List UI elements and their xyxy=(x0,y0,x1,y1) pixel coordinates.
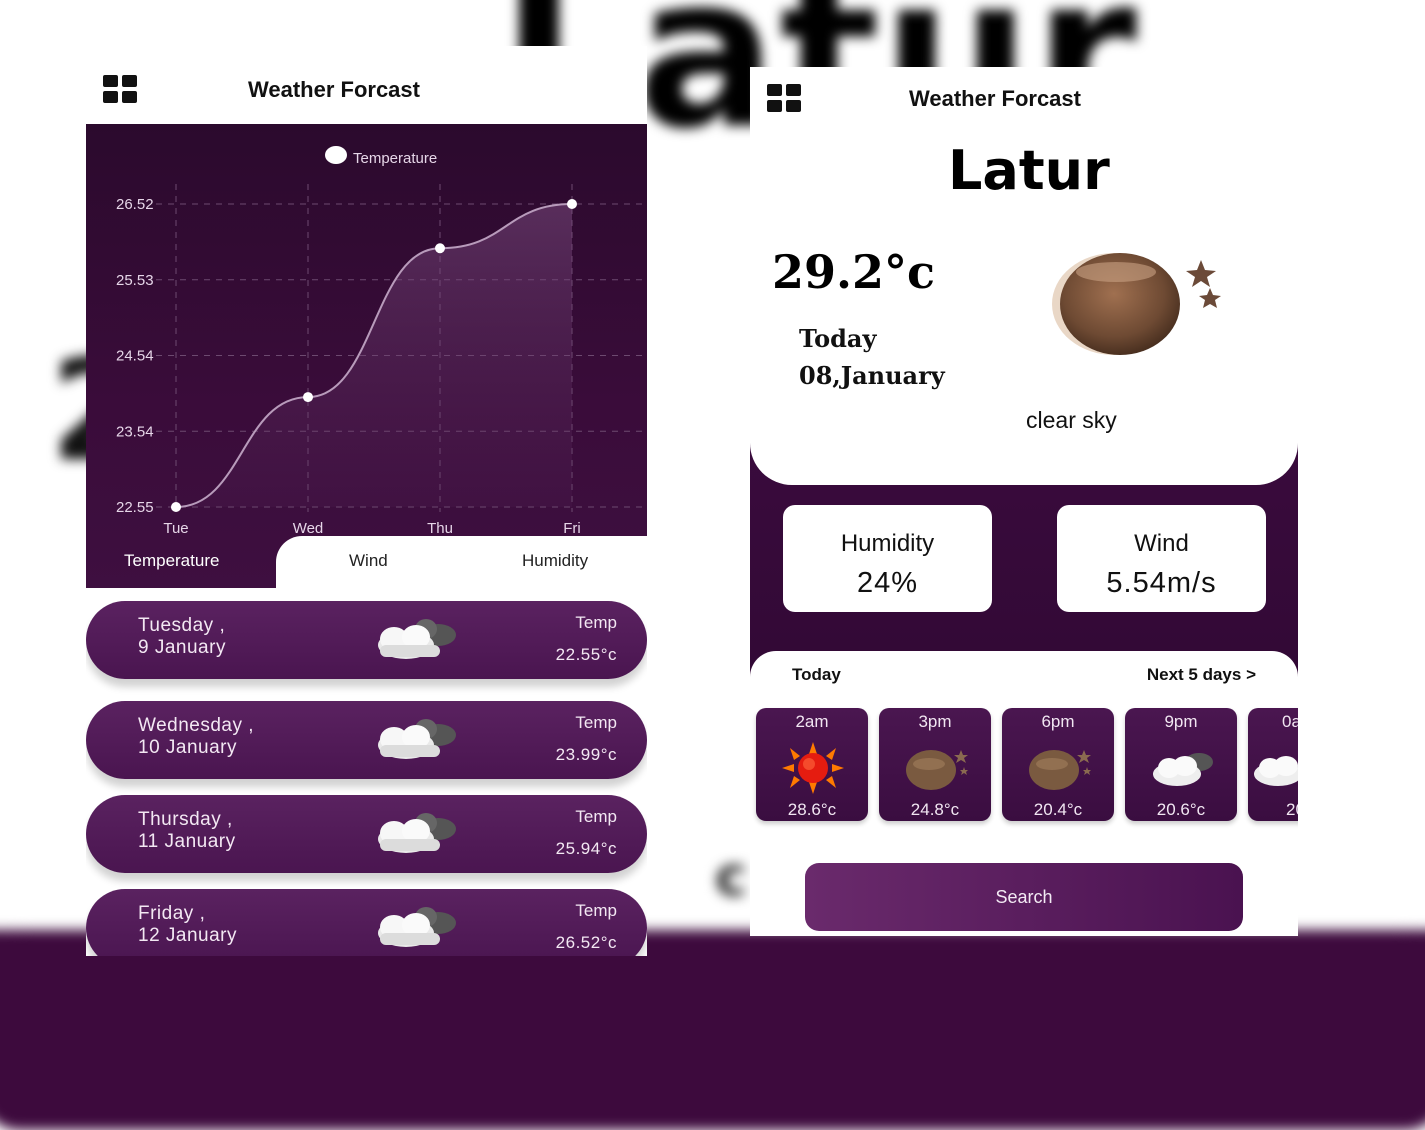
humidity-label: Humidity xyxy=(840,530,935,557)
data-point xyxy=(171,502,181,512)
day-card[interactable]: Friday , 12 January Temp 26.52°c xyxy=(86,889,647,956)
chart-svg: 26.52 25.53 24.54 23.54 22.55 Tue Wed Thu Fri Tem… xyxy=(116,146,647,536)
app-title: Weather Forcast xyxy=(248,77,420,102)
moon-stars-icon xyxy=(1029,750,1091,790)
y-tick-label: 22.55 xyxy=(116,499,154,516)
next-5-days-link[interactable]: Next 5 days > xyxy=(1147,665,1256,685)
y-tick-label: 24.54 xyxy=(116,348,154,365)
current-temperature: 29.2°c xyxy=(772,245,936,299)
weather-condition: clear sky xyxy=(1026,407,1117,433)
x-tick-label: Wed xyxy=(293,520,324,536)
moon-stars-icon xyxy=(906,750,968,790)
day-name: Friday , xyxy=(138,903,206,924)
hour-temp: 20 xyxy=(1286,800,1298,819)
hour-card[interactable]: 0a 20 xyxy=(1248,708,1298,821)
tab-bar-bg xyxy=(276,536,647,588)
day-date: 9 January xyxy=(138,637,226,658)
app-title: Weather Forcast xyxy=(909,86,1081,111)
current-weather-screen: Weather Forcast Latur 29.2°c Today 08,Ja… xyxy=(750,67,1298,936)
wind-value: 5.54m/s xyxy=(1106,567,1217,599)
day-card[interactable]: Thursday , 11 January Temp 25.94°c xyxy=(86,795,647,873)
tab-humidity[interactable]: Humidity xyxy=(522,551,588,571)
hourly-forecast-panel: Today Next 5 days > 2am 28.6°c 3pm 24.8°… xyxy=(750,651,1298,936)
temp-label: Temp xyxy=(575,713,617,732)
today-label: Today xyxy=(799,324,877,353)
wind-card: Wind 5.54m/s xyxy=(1057,505,1266,612)
temp-value: 22.55°c xyxy=(555,645,617,664)
cloud-icon xyxy=(378,619,456,659)
city-name: Latur xyxy=(948,139,1110,202)
temp-value: 26.52°c xyxy=(555,933,617,952)
hour-temp: 20.6°c xyxy=(1156,800,1206,819)
wind-label: Wind xyxy=(1134,530,1189,557)
cloud-icon xyxy=(1153,753,1213,786)
temp-label: Temp xyxy=(575,901,617,920)
menu-grid-icon[interactable] xyxy=(767,84,801,112)
app-bar: Weather Forcast xyxy=(86,46,647,124)
day-name: Wednesday , xyxy=(138,715,255,736)
hourly-today-label: Today xyxy=(792,665,841,684)
temp-value: 23.99°c xyxy=(555,745,617,764)
tab-temperature[interactable]: Temperature xyxy=(124,551,219,571)
hour-temp: 28.6°c xyxy=(787,800,837,819)
cloud-icon xyxy=(378,813,456,853)
bg-purple-band xyxy=(0,930,1425,1130)
day-card[interactable]: Wednesday , 10 January Temp 23.99°c xyxy=(86,701,647,779)
hour-time: 3pm xyxy=(918,712,952,731)
bg-letter-text: c xyxy=(715,845,748,908)
y-tick-label: 25.53 xyxy=(116,272,154,289)
forecast-screen: Weather Forcast 26.52 25.53 24.54 23.54 22.5… xyxy=(86,46,647,956)
hour-time: 0a xyxy=(1282,712,1298,731)
x-tick-label: Fri xyxy=(563,520,581,536)
hour-temp: 20.4°c xyxy=(1033,800,1083,819)
y-tick-label: 23.54 xyxy=(116,423,154,440)
y-tick-label: 26.52 xyxy=(116,196,154,213)
today-date: 08,January xyxy=(799,361,945,390)
legend-label: Temperature xyxy=(353,150,437,167)
day-name: Thursday , xyxy=(138,809,233,830)
data-point xyxy=(435,243,445,254)
humidity-value: 24% xyxy=(856,567,919,599)
daily-forecast-list: Tuesday , 9 January Temp 22.55°c Wednesd… xyxy=(86,588,647,956)
day-name: Tuesday , xyxy=(138,615,226,636)
data-point xyxy=(567,199,577,209)
sun-icon xyxy=(782,742,844,794)
hour-card[interactable]: 3pm 24.8°c xyxy=(879,708,991,821)
cloud-icon xyxy=(378,907,456,947)
chart-tabs: Temperature Wind Humidity xyxy=(86,536,647,588)
hour-temp: 24.8°c xyxy=(910,800,960,819)
day-date: 10 January xyxy=(138,737,238,758)
temp-value: 25.94°c xyxy=(555,839,617,858)
x-tick-label: Thu xyxy=(427,520,453,536)
temp-label: Temp xyxy=(575,807,617,826)
cloud-icon xyxy=(378,719,456,759)
data-point xyxy=(303,392,313,403)
hour-card[interactable]: 9pm 20.6°c xyxy=(1125,708,1237,821)
search-button[interactable]: Search xyxy=(805,863,1243,931)
hour-card[interactable]: 6pm 20.4°c xyxy=(1002,708,1114,821)
legend-marker xyxy=(325,146,347,164)
day-date: 11 January xyxy=(138,831,236,852)
tab-wind[interactable]: Wind xyxy=(349,551,388,571)
menu-grid-icon[interactable] xyxy=(103,75,137,103)
x-tick-label: Tue xyxy=(163,520,188,536)
humidity-card: Humidity 24% xyxy=(783,505,992,612)
hour-time: 2am xyxy=(795,712,829,731)
hour-card[interactable]: 2am 28.6°c xyxy=(756,708,868,821)
moon-stars-icon xyxy=(1052,253,1221,355)
temp-label: Temp xyxy=(575,613,617,632)
cloud-icon xyxy=(1254,756,1298,786)
temperature-chart: 26.52 25.53 24.54 23.54 22.55 Tue Wed Thu Fri Tem… xyxy=(86,124,647,594)
day-card[interactable]: Tuesday , 9 January Temp 22.55°c xyxy=(86,601,647,679)
day-date: 12 January xyxy=(138,925,238,946)
hour-time: 9pm xyxy=(1164,712,1198,731)
hour-time: 6pm xyxy=(1041,712,1075,731)
current-weather-panel: Weather Forcast Latur 29.2°c Today 08,Ja… xyxy=(750,67,1298,485)
